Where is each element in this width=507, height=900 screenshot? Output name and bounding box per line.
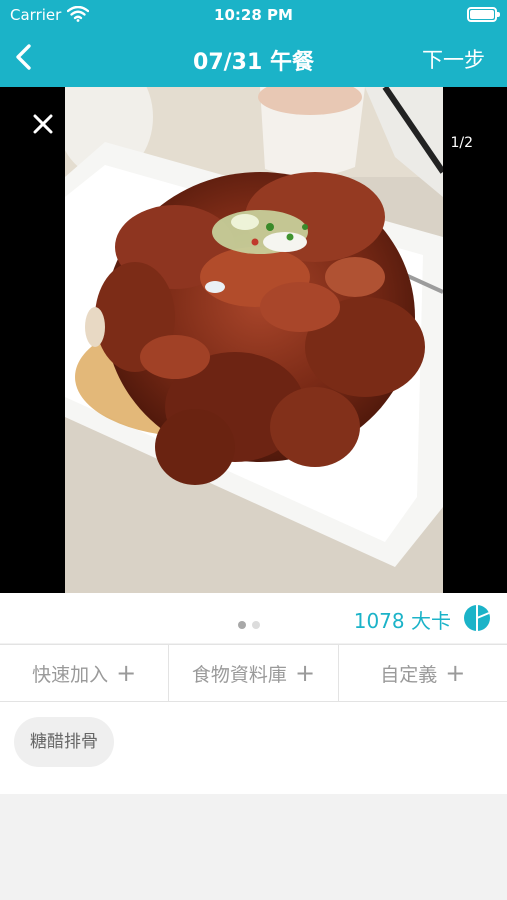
food-database-label: 食物資料庫 <box>191 663 287 686</box>
status-bar: Carrier 10:28 PM <box>0 0 507 30</box>
page-dot-active[interactable] <box>238 621 246 629</box>
summary-bar: 1078 大卡 <box>0 593 507 643</box>
navigation-bar: 07/31 午餐 下一步 <box>0 30 507 87</box>
nutrition-pie-icon[interactable] <box>463 604 491 632</box>
page-dot[interactable] <box>252 621 260 629</box>
food-tag[interactable]: 糖醋排骨 <box>14 717 114 767</box>
quick-add-label: 快速加入 <box>32 663 109 686</box>
page-indicator[interactable] <box>238 614 266 633</box>
plus-icon: + <box>116 659 137 687</box>
custom-food-button[interactable]: 自定義 + <box>339 645 507 701</box>
add-food-actions: 快速加入 + 食物資料庫 + 自定義 + <box>0 644 507 702</box>
close-icon[interactable] <box>30 111 56 137</box>
quick-add-button[interactable]: 快速加入 + <box>0 645 170 701</box>
clock: 10:28 PM <box>214 6 293 24</box>
custom-food-label: 自定義 <box>380 663 438 686</box>
photo-viewer[interactable]: 1/2 <box>0 87 507 593</box>
battery-icon <box>467 7 500 22</box>
food-photo <box>65 87 443 593</box>
food-database-button[interactable]: 食物資料庫 + <box>169 645 339 701</box>
food-tags: 糖醋排骨 <box>0 702 507 794</box>
next-step-button[interactable]: 下一步 <box>422 44 485 74</box>
photo-counter: 1/2 <box>450 135 473 151</box>
plus-icon: + <box>294 659 316 687</box>
plus-icon: + <box>445 659 466 687</box>
calorie-total: 1078 大卡 <box>353 609 451 633</box>
